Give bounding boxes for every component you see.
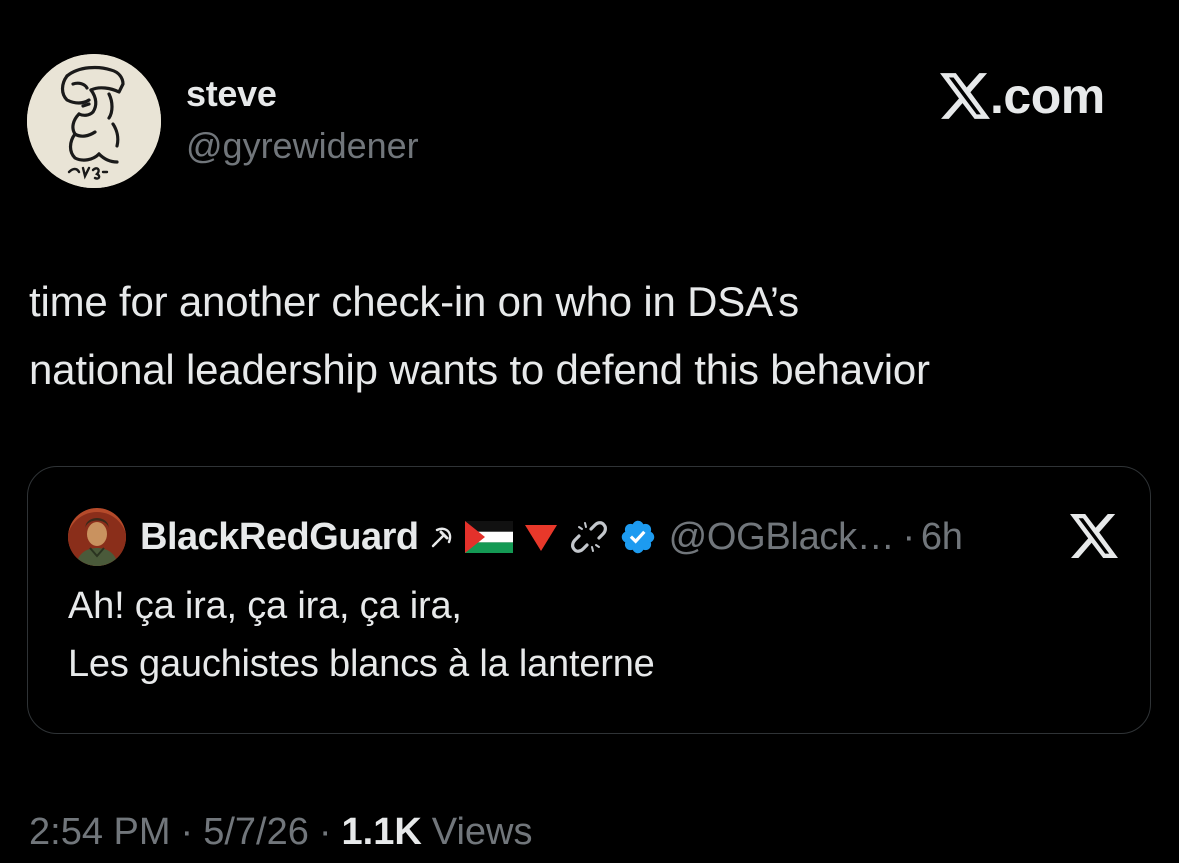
palestine-flag-icon bbox=[464, 521, 513, 553]
quoted-avatar-portrait-image bbox=[68, 508, 126, 566]
quoted-text-line: Ah! ça ira, ça ira, ça ira, bbox=[68, 585, 462, 627]
author-handle[interactable]: @gyrewidener bbox=[186, 124, 419, 168]
brand-domain-text: .com bbox=[990, 68, 1105, 124]
avatar-sketch-image bbox=[27, 54, 161, 188]
quoted-tweet-text: Ah! ça ira, ça ira, ça ira, Les gauchist… bbox=[68, 577, 655, 693]
author-display-name[interactable]: steve bbox=[186, 72, 419, 116]
meta-separator: · bbox=[180, 810, 194, 853]
quoted-tweet-card[interactable]: BlackRedGuard @OGBlack… · 6h Ah! ça ira,… bbox=[27, 466, 1151, 734]
views-label: Views bbox=[431, 810, 533, 853]
verified-badge-icon bbox=[619, 518, 657, 556]
red-triangle-icon bbox=[523, 521, 559, 553]
quoted-text-line: Les gauchistes blancs à la lanterne bbox=[68, 643, 655, 685]
tweet-text-line: time for another check-in on who in DSA’… bbox=[29, 278, 799, 325]
quoted-tweet-header: BlackRedGuard @OGBlack… · 6h bbox=[68, 508, 963, 566]
quoted-tweet-time[interactable]: 6h bbox=[921, 516, 963, 559]
quoted-separator: · bbox=[902, 515, 916, 558]
author-avatar[interactable] bbox=[27, 54, 161, 188]
x-logo-overlay-icon bbox=[1070, 513, 1118, 561]
tweet-time[interactable]: 2:54 PM bbox=[29, 811, 171, 854]
views-count[interactable]: 1.1K bbox=[342, 811, 422, 854]
broken-chain-icon bbox=[569, 517, 609, 557]
tweet-text: time for another check-in on who in DSA’… bbox=[29, 268, 1159, 404]
tweet-date[interactable]: 5/7/26 bbox=[203, 811, 309, 854]
hammer-sickle-icon bbox=[429, 524, 455, 550]
quoted-author-handle[interactable]: @OGBlack… bbox=[669, 516, 895, 559]
quoted-author-display-name[interactable]: BlackRedGuard bbox=[140, 516, 419, 559]
x-logo-icon bbox=[940, 73, 990, 119]
tweet-meta: 2:54 PM · 5/7/26 · 1.1K Views bbox=[29, 808, 532, 856]
quoted-author-avatar[interactable] bbox=[68, 508, 126, 566]
x-com-watermark: .com bbox=[940, 66, 1105, 126]
tweet-author[interactable]: steve @gyrewidener bbox=[186, 72, 419, 168]
meta-separator: · bbox=[318, 810, 332, 853]
tweet-text-line: national leadership wants to defend this… bbox=[29, 346, 930, 393]
